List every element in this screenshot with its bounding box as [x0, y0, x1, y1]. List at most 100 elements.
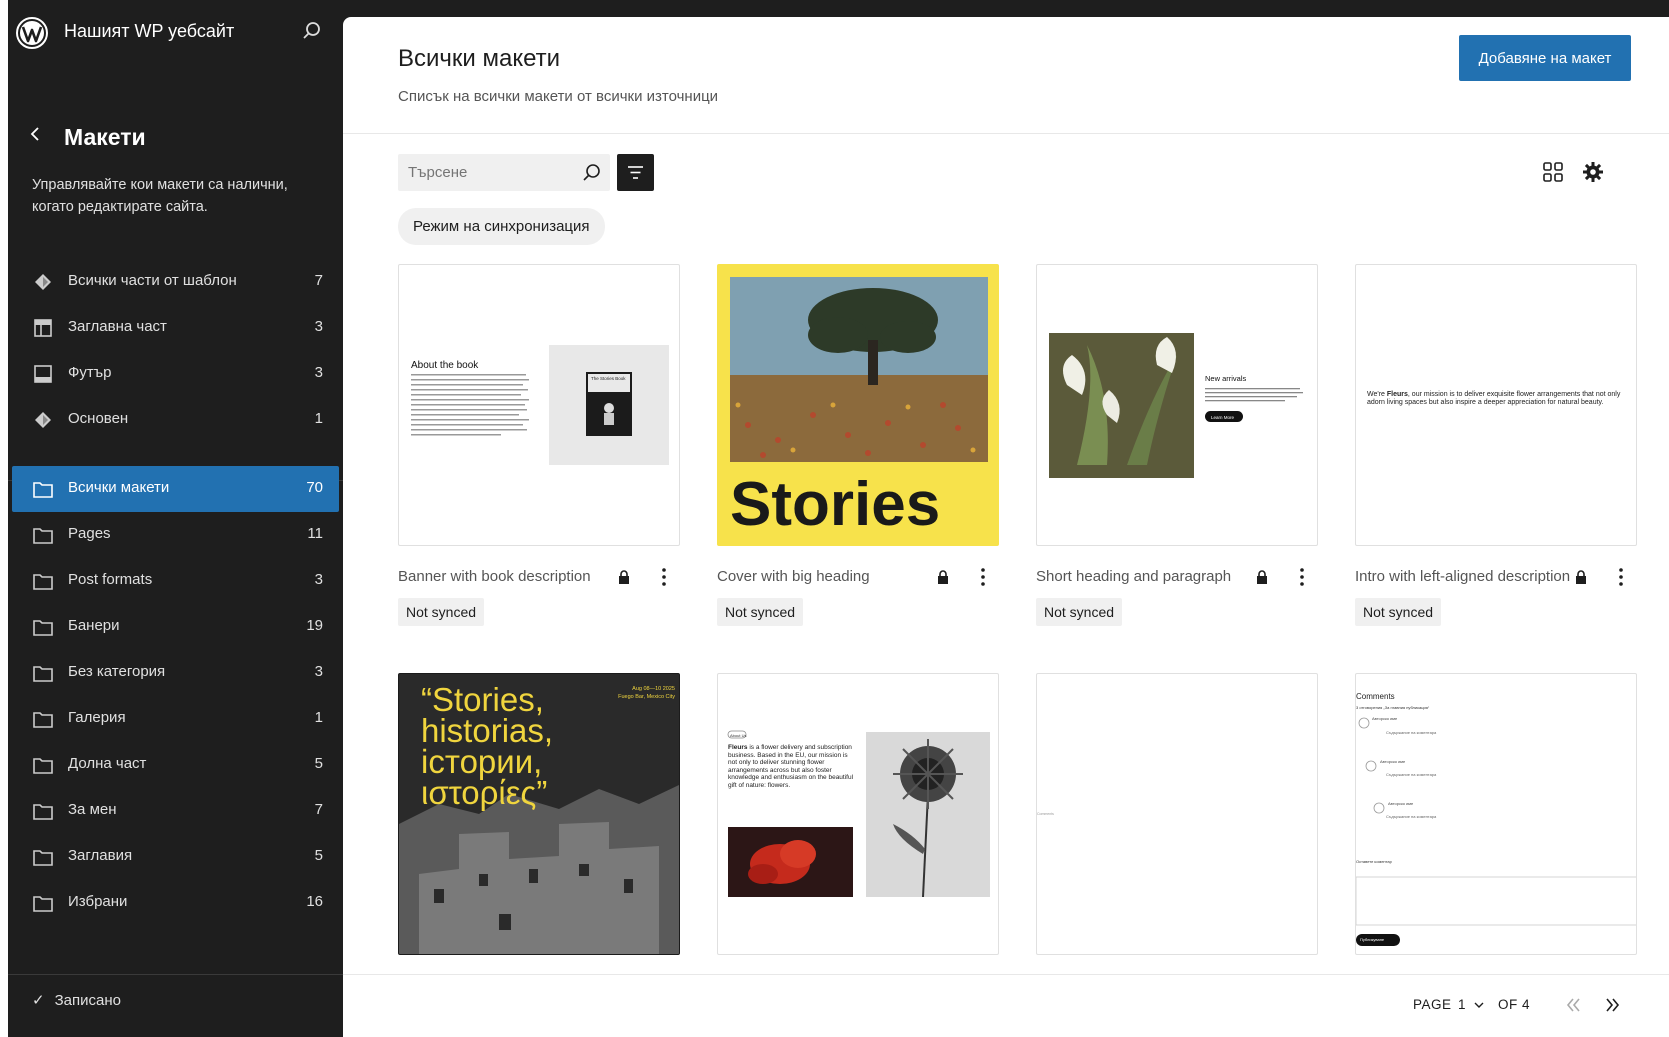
about-badge: About Us: [730, 733, 747, 738]
nav-label: Основен: [68, 410, 129, 427]
pattern-preview[interactable]: New arrivals Learn More: [1036, 264, 1318, 546]
folder-icon: [33, 620, 53, 636]
search-icon[interactable]: [302, 21, 322, 41]
more-options-icon[interactable]: [973, 566, 993, 588]
pattern-title[interactable]: Banner with book description: [398, 568, 616, 585]
sidebar-item-header[interactable]: Заглавна част 3: [12, 305, 339, 351]
comment-submit: Публикуване: [1360, 937, 1385, 942]
search-box: [398, 154, 610, 191]
folder-icon: [33, 574, 53, 590]
sidebar-item-post-formats[interactable]: Post formats 3: [12, 558, 339, 604]
empty-preview-caption: Comments: [1037, 812, 1054, 816]
lock-icon: [1257, 570, 1267, 584]
header-icon: [34, 319, 52, 337]
sidebar-item-banners[interactable]: Банери 19: [12, 604, 339, 650]
nav-label: Заглавна част: [68, 318, 167, 335]
pattern-preview[interactable]: Comments: [1036, 673, 1318, 955]
nav-label: Заглавия: [68, 847, 133, 864]
pattern-title[interactable]: Cover with big heading: [717, 568, 935, 585]
nav-count: 70: [306, 479, 323, 496]
filter-icon: [628, 166, 643, 179]
folder-icon: [33, 528, 53, 544]
intro-preview-text: We're Fleurs, our mission is to deliver …: [1367, 391, 1629, 407]
next-page-icon[interactable]: [1601, 993, 1625, 1017]
site-title[interactable]: Нашият WP уебсайт: [64, 21, 234, 42]
preview-button: Learn More: [1211, 415, 1235, 420]
pattern-title[interactable]: Short heading and paragraph: [1036, 568, 1254, 585]
gear-icon[interactable]: [1581, 160, 1605, 184]
sync-badge: Not synced: [398, 598, 485, 626]
sidebar-item-uncategorized[interactable]: Без категория 3: [12, 650, 339, 696]
preview-heading: New arrivals: [1205, 374, 1247, 383]
nav-count: 5: [314, 847, 323, 864]
nav-label: Всички макети: [68, 479, 170, 496]
more-options-icon[interactable]: [654, 566, 674, 588]
cover-heading: Stories: [730, 470, 940, 539]
sync-badge: Not synced: [717, 598, 804, 626]
pattern-preview[interactable]: Stories: [717, 264, 999, 546]
sidebar-item-all-patterns[interactable]: Всички макети 70: [12, 466, 339, 512]
nav-count: 11: [307, 525, 323, 542]
more-options-icon[interactable]: [1292, 566, 1312, 588]
page-select[interactable]: 1: [1458, 997, 1466, 1012]
more-options-icon[interactable]: [1611, 566, 1631, 588]
pattern-preview[interactable]: About Us Fleurs is a flower delivery and…: [717, 673, 999, 955]
intro-text-pre: We're: [1367, 391, 1387, 398]
saved-label: Записано: [54, 992, 121, 1009]
pattern-preview[interactable]: Comments 3 отговорения „За главния публи…: [1355, 673, 1637, 955]
nav-label: Без категория: [68, 663, 166, 680]
pattern-preview[interactable]: About the book The Stories Book: [398, 264, 680, 546]
nav-label: Футър: [68, 364, 112, 381]
header-divider: [343, 133, 1669, 134]
about-us-art: [727, 730, 990, 898]
pattern-preview[interactable]: We're Fleurs, our mission is to deliver …: [1355, 264, 1637, 546]
sidebar-item-footer-category[interactable]: Долна част 5: [12, 742, 339, 788]
nav-count: 16: [306, 893, 323, 910]
intro-brand: Fleurs: [1386, 391, 1408, 398]
sidebar-item-general[interactable]: Основен 1: [12, 397, 339, 443]
previous-page-icon[interactable]: [1561, 993, 1585, 1017]
comment-author: Авторско име: [1380, 759, 1406, 764]
nav-count: 1: [314, 709, 323, 726]
sidebar-footer: ✓ Записано: [8, 974, 343, 1037]
add-pattern-button[interactable]: Добавяне на макет: [1459, 35, 1631, 81]
page-label: PAGE: [1413, 997, 1452, 1012]
chevron-down-icon[interactable]: [1473, 999, 1485, 1011]
sync-status-filter[interactable]: Режим на синхронизация: [398, 208, 605, 245]
back-chevron-icon[interactable]: [26, 124, 46, 144]
diamond-icon: [35, 412, 51, 428]
nav-count: 3: [314, 364, 323, 381]
sidebar-item-footer[interactable]: Футър 3: [12, 351, 339, 397]
comment-text: Съдържание на коментара: [1386, 814, 1437, 819]
leave-comment-label: Оставете коментар: [1356, 859, 1392, 864]
pattern-preview[interactable]: “Stories, historias, істории, ιστορίες” …: [398, 673, 680, 955]
sidebar-item-about[interactable]: За мен 7: [12, 788, 339, 834]
sidebar-item-headings[interactable]: Заглавия 5: [12, 834, 339, 880]
nav-count: 19: [306, 617, 323, 634]
folder-icon: [33, 850, 53, 866]
poster-quote: “Stories, historias, істории, ιστορίες”: [421, 681, 554, 811]
about-body: is a flower delivery and subscription bu…: [728, 744, 854, 789]
nav-count: 1: [314, 410, 323, 427]
pattern-title[interactable]: Intro with left-aligned description: [1355, 568, 1573, 585]
nav-label: Всички части от шаблон: [68, 272, 237, 289]
search-icon: [583, 164, 600, 181]
sidebar-item-gallery[interactable]: Галерия 1: [12, 696, 339, 742]
stories-cover-preview: Stories: [730, 277, 988, 539]
lock-icon: [619, 570, 629, 584]
folder-icon: [33, 758, 53, 774]
filter-button[interactable]: [617, 154, 654, 191]
nav-count: 3: [314, 663, 323, 680]
nav-label: Галерия: [68, 709, 126, 726]
search-input[interactable]: [398, 154, 578, 191]
nav-label: Избрани: [68, 893, 128, 910]
grid-view-icon[interactable]: [1541, 160, 1565, 184]
sidebar-item-featured[interactable]: Избрани 16: [12, 880, 339, 926]
sidebar-item-pages[interactable]: Pages 11: [12, 512, 339, 558]
site-header: Нашият WP уебсайт: [8, 6, 343, 56]
folder-icon: [33, 804, 53, 820]
sidebar-item-all-template-parts[interactable]: Всички части от шаблон 7: [12, 259, 339, 305]
template-parts-list: Всички части от шаблон 7 Заглавна част 3…: [8, 259, 343, 443]
folder-icon: [33, 712, 53, 728]
wordpress-logo-icon[interactable]: [16, 17, 48, 49]
